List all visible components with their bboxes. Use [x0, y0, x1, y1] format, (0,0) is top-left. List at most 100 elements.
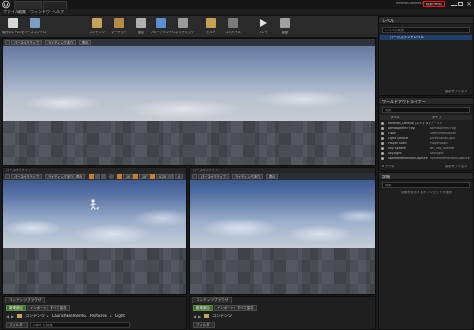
camera-speed-value[interactable]: 4: [175, 174, 184, 179]
actor-label: Minimal_Default (エディタ): [388, 121, 430, 125]
grid-snap-icon[interactable]: [117, 174, 122, 179]
asset-tab[interactable]: [43, 1, 67, 9]
menu-window[interactable]: ウィンドウ: [30, 10, 50, 14]
blueprint-icon: [156, 18, 166, 28]
show-dropdown[interactable]: 表示: [79, 40, 92, 45]
toolbar-button-1[interactable]: ソースコントロール: [24, 17, 46, 37]
outliner-row[interactable]: Minimal_Default (エディタ) ワールド: [380, 121, 470, 126]
visibility-eye-icon[interactable]: [381, 141, 384, 145]
toolbar-button-6[interactable]: ブループリント: [150, 17, 172, 37]
details-panel: 詳細 検索 詳細を表示するオブジェクトを選択: [378, 172, 474, 330]
world-local-icon[interactable]: [109, 174, 114, 179]
breadcrumb-content[interactable]: コンテンツ: [25, 314, 45, 318]
toolbar-button-5[interactable]: 設定: [130, 17, 152, 37]
scale-tool-icon[interactable]: [101, 174, 106, 179]
floor: [3, 248, 186, 294]
viewport-menu-icon[interactable]: [192, 174, 197, 179]
breadcrumb-particles[interactable]: Particles: [90, 314, 107, 318]
toolbar-button-7[interactable]: シネマティック: [172, 17, 194, 37]
viewport-menu-icon[interactable]: [5, 40, 10, 45]
breadcrumb-light[interactable]: Light: [115, 314, 125, 318]
level-tab[interactable]: [14, 1, 42, 9]
breadcrumb-content[interactable]: コンテンツ: [212, 314, 232, 318]
visibility-eye-icon[interactable]: [381, 136, 384, 140]
rotate-tool-icon[interactable]: [95, 174, 100, 179]
show-dropdown[interactable]: 表示: [266, 174, 279, 179]
camera-speed-icon[interactable]: [169, 174, 174, 179]
translate-tool-icon[interactable]: [89, 174, 94, 179]
add-new-button[interactable]: 新規追加: [6, 305, 26, 311]
viewport-label: パースペクティブ: [193, 168, 218, 172]
outliner-row[interactable]: Atmospheric Fog AtmosphericFog: [380, 126, 470, 131]
lit-dropdown[interactable]: ライティングあり: [45, 174, 77, 179]
outliner-row[interactable]: Player Start PlayerStart: [380, 141, 470, 146]
visibility-eye-icon[interactable]: [381, 121, 384, 125]
viewport-menu-icon[interactable]: [5, 174, 10, 179]
levels-search-input[interactable]: レベルの検索: [382, 27, 470, 33]
toolbar-button-10[interactable]: プレイ: [252, 17, 274, 37]
toolbar-button-4[interactable]: マーケット: [108, 17, 130, 37]
filter-dropdown[interactable]: フィルタ: [6, 322, 28, 328]
levels-view-options[interactable]: 表示オプション: [445, 90, 467, 93]
lit-dropdown[interactable]: ライティングあり: [45, 40, 77, 45]
persistent-level-row[interactable]: パーシステントレベル: [380, 35, 472, 40]
outliner-row[interactable]: Sky Sphere BP_Sky_Sphere: [380, 146, 470, 151]
details-search-input[interactable]: 検索: [382, 182, 470, 188]
outliner-search-input[interactable]: 検索: [382, 107, 470, 113]
show-dropdown[interactable]: 表示: [73, 174, 86, 179]
viewport-top[interactable]: パースペクティブ ライティングあり 表示: [2, 38, 376, 166]
add-new-button[interactable]: 新規追加: [193, 305, 213, 311]
world-outliner: ワールドアウトライナー 検索 ラベル タイプ 8 アクタ 表示オプション Min…: [378, 97, 474, 171]
toolbar-button-8[interactable]: ビルド: [200, 17, 222, 37]
toolbar-button-0[interactable]: 現在のレベルを保存: [2, 17, 24, 37]
details-empty-message: 詳細を表示するオブジェクトを選択: [401, 191, 452, 194]
scale-snap-value[interactable]: 0.25: [156, 174, 170, 179]
column-type[interactable]: タイプ: [432, 116, 442, 119]
viewport-bottom-right[interactable]: パースペクティブ パースペクティブ ライティングあり 表示: [189, 167, 376, 295]
outliner-row[interactable]: SkyLight SkyLight: [380, 151, 470, 156]
close-window-button[interactable]: ×: [464, 0, 474, 9]
visibility-eye-icon[interactable]: [381, 151, 384, 155]
menu-edit[interactable]: 編集: [18, 10, 26, 14]
actor-type: SkyLight: [430, 151, 444, 155]
visibility-eye-icon[interactable]: [381, 146, 384, 150]
actor-label: SkyLight: [388, 151, 402, 155]
content-browser-tab[interactable]: コンテンツブラウザ: [5, 297, 46, 303]
outliner-row[interactable]: Floor StaticMeshActor: [380, 131, 470, 136]
breadcrumb-launchelements[interactable]: LaunchElements: [52, 314, 85, 318]
content-browser-tab[interactable]: コンテンツブラウザ: [192, 297, 233, 303]
toolbar-button-11[interactable]: 起動: [274, 17, 296, 37]
visibility-eye-icon[interactable]: [381, 156, 384, 160]
nav-back-icon[interactable]: ◀: [193, 314, 196, 319]
player-start-icon[interactable]: [87, 198, 101, 212]
lit-dropdown[interactable]: ライティングあり: [232, 174, 264, 179]
levels-title: レベル: [382, 18, 394, 23]
outliner-row[interactable]: Light Source DirectionalLight: [380, 136, 470, 141]
perspective-dropdown[interactable]: パースペクティブ: [198, 174, 229, 179]
outliner-view-options[interactable]: 表示オプション: [445, 165, 467, 168]
rotation-snap-icon[interactable]: [133, 174, 138, 179]
save-all-button[interactable]: すべて保存: [47, 305, 70, 311]
column-label[interactable]: ラベル: [390, 116, 400, 119]
content-search-input[interactable]: Light を検索: [30, 322, 130, 328]
menu-file[interactable]: ファイル: [3, 10, 19, 14]
perspective-dropdown[interactable]: パースペクティブ: [11, 40, 42, 45]
perspective-dropdown[interactable]: パースペクティブ: [11, 174, 42, 179]
visibility-eye-icon[interactable]: [381, 126, 384, 130]
outliner-row[interactable]: SphereReflectionCapture SphereReflectionC…: [380, 156, 470, 161]
help-search[interactable]: 検索(Help): [423, 1, 445, 7]
toolbar-button-3[interactable]: コンテンツ: [86, 17, 108, 37]
save-all-button[interactable]: すべて保存: [234, 305, 257, 311]
grid-snap-value[interactable]: 10: [123, 174, 134, 179]
toolbar-button-9[interactable]: コンパイル: [222, 17, 244, 37]
viewport-bottom-left[interactable]: パースペクティブ パースペクティブ ライティングあり 表示 10 10° 0.2…: [2, 167, 187, 295]
rotation-snap-value[interactable]: 10°: [139, 174, 151, 179]
filter-dropdown[interactable]: フィルタ: [193, 322, 215, 328]
breadcrumb-separator-icon: ▸: [110, 314, 112, 318]
nav-back-icon[interactable]: ◀: [6, 314, 9, 319]
scale-snap-icon[interactable]: [150, 174, 155, 179]
nav-forward-icon[interactable]: ▶: [11, 314, 14, 319]
visibility-eye-icon[interactable]: [381, 131, 384, 135]
nav-forward-icon[interactable]: ▶: [198, 314, 201, 319]
menu-help[interactable]: ヘルプ: [52, 10, 64, 14]
